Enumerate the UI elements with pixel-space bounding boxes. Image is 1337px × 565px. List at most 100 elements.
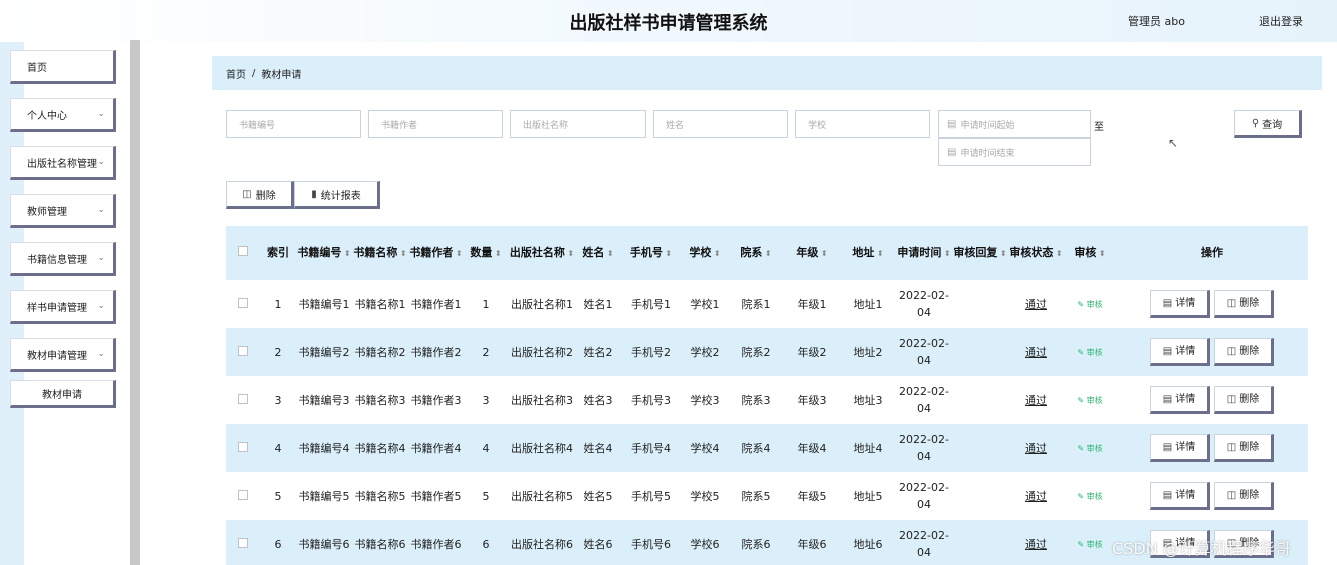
row-select-cell[interactable] xyxy=(226,328,260,376)
sidebar-item-home[interactable]: 首页 xyxy=(10,50,116,84)
sidebar-item-publisher-management[interactable]: 出版社名称管理 ⌄ xyxy=(10,146,116,180)
publisher-input[interactable]: 出版社名称 xyxy=(510,110,646,138)
sort-icon[interactable]: ⬍ xyxy=(492,249,502,258)
row-checkbox[interactable] xyxy=(238,393,248,404)
sort-icon[interactable]: ⬍ xyxy=(874,249,884,258)
header-publisher[interactable]: 出版社名称 ⬍ xyxy=(508,226,576,280)
sidebar-item-sample-request-management[interactable]: 样书申请管理 ⌄ xyxy=(10,290,116,324)
row-checkbox[interactable] xyxy=(238,441,248,452)
cell-reply xyxy=(952,424,1008,472)
date-end-input[interactable]: ▤ 申请时间结束 xyxy=(938,138,1091,166)
detail-button[interactable]: ▤ 详情 xyxy=(1150,434,1210,462)
header-select-all[interactable] xyxy=(226,226,260,280)
header-dept[interactable]: 院系 ⬍ xyxy=(728,226,784,280)
row-select-cell[interactable] xyxy=(226,376,260,424)
audit-link[interactable]: ✎ 审核 xyxy=(1077,444,1102,453)
logout-link[interactable]: 退出登录 xyxy=(1259,13,1303,29)
detail-button[interactable]: ▤ 详情 xyxy=(1150,482,1210,510)
sidebar-item-book-info-management[interactable]: 书籍信息管理 ⌄ xyxy=(10,242,116,276)
delete-button[interactable]: ◫ 删除 xyxy=(1214,338,1274,366)
sort-icon[interactable]: ⬍ xyxy=(1096,249,1106,258)
cell-status: 通过 xyxy=(1008,424,1064,472)
header-name[interactable]: 姓名 ⬍ xyxy=(576,226,620,280)
header-grade[interactable]: 年级 ⬍ xyxy=(784,226,840,280)
cell-book_no-text: 书籍编号6 xyxy=(298,537,350,551)
cell-phone: 手机号2 xyxy=(620,328,682,376)
sort-icon[interactable]: ⬍ xyxy=(453,249,463,258)
row-select-cell[interactable] xyxy=(226,280,260,328)
sort-icon[interactable]: ⬍ xyxy=(397,249,407,258)
header-book-no[interactable]: 书籍编号 ⬍ xyxy=(296,226,352,280)
row-checkbox[interactable] xyxy=(238,537,248,548)
sort-icon[interactable]: ⬍ xyxy=(604,249,614,258)
query-button[interactable]: ⚲ 查询 xyxy=(1234,110,1302,138)
delete-button[interactable]: ◫ 删除 xyxy=(1214,290,1274,318)
sort-icon[interactable]: ⬍ xyxy=(762,249,772,258)
cell-phone: 手机号6 xyxy=(620,520,682,565)
audit-link[interactable]: ✎ 审核 xyxy=(1077,300,1102,309)
breadcrumb-home[interactable]: 首页 xyxy=(226,66,246,81)
cell-name: 姓名2 xyxy=(576,328,620,376)
audit-link[interactable]: ✎ 审核 xyxy=(1077,396,1102,405)
name-input[interactable]: 姓名 xyxy=(653,110,788,138)
header-status[interactable]: 审核状态 ⬍ xyxy=(1008,226,1064,280)
trash-icon: ◫ xyxy=(242,188,252,200)
row-checkbox[interactable] xyxy=(238,489,248,500)
header-book-name[interactable]: 书籍名称 ⬍ xyxy=(352,226,408,280)
audit-link[interactable]: ✎ 审核 xyxy=(1077,348,1102,357)
detail-button[interactable]: ▤ 详情 xyxy=(1150,290,1210,318)
sort-icon[interactable]: ⬍ xyxy=(997,249,1007,258)
delete-button[interactable]: ◫ 删除 xyxy=(1214,482,1274,510)
cell-address-text: 地址4 xyxy=(853,441,883,455)
delete-button[interactable]: ◫ 删除 xyxy=(1214,434,1274,462)
header-reply[interactable]: 审核回复 ⬍ xyxy=(952,226,1008,280)
sort-icon[interactable]: ⬍ xyxy=(341,249,351,258)
sort-icon[interactable]: ⬍ xyxy=(941,249,951,258)
row-checkbox[interactable] xyxy=(238,345,248,356)
header-author[interactable]: 书籍作者 ⬍ xyxy=(408,226,464,280)
cell-date-text: 2022-02-04 xyxy=(899,337,949,367)
batch-delete-button[interactable]: ◫ 删除 xyxy=(226,181,294,209)
cell-author-text: 书籍作者4 xyxy=(410,441,462,455)
cell-qty: 6 xyxy=(464,520,508,565)
audit-link[interactable]: ✎ 审核 xyxy=(1077,540,1102,549)
delete-button[interactable]: ◫ 删除 xyxy=(1214,386,1274,414)
header-school[interactable]: 学校 ⬍ xyxy=(682,226,728,280)
school-input[interactable]: 学校 xyxy=(795,110,930,138)
sidebar-item-personal-center[interactable]: 个人中心 ⌄ xyxy=(10,98,116,132)
date-start-input[interactable]: ▤ 申请时间起始 xyxy=(938,110,1091,138)
header-address[interactable]: 地址 ⬍ xyxy=(840,226,896,280)
cell-book_name: 书籍名称4 xyxy=(352,424,408,472)
sort-icon[interactable]: ⬍ xyxy=(711,249,721,258)
sidebar-item-teacher-management[interactable]: 教师管理 ⌄ xyxy=(10,194,116,228)
cell-school-text: 学校5 xyxy=(690,489,720,503)
row-select-cell[interactable] xyxy=(226,520,260,565)
header-date[interactable]: 申请时间 ⬍ xyxy=(896,226,952,280)
row-checkbox[interactable] xyxy=(238,297,248,308)
sort-icon[interactable]: ⬍ xyxy=(663,249,672,258)
cell-book_no-text: 书籍编号5 xyxy=(298,489,350,503)
name-placeholder: 姓名 xyxy=(666,120,685,131)
detail-button[interactable]: ▤ 详情 xyxy=(1150,386,1210,414)
cell-address-text: 地址5 xyxy=(853,489,883,503)
book-author-input[interactable]: 书籍作者 xyxy=(368,110,503,138)
header-qty[interactable]: 数量 ⬍ xyxy=(464,226,508,280)
header-audit[interactable]: 审核 ⬍ xyxy=(1064,226,1116,280)
audit-link[interactable]: ✎ 审核 xyxy=(1077,492,1102,501)
header-phone[interactable]: 手机号 ⬍ xyxy=(620,226,682,280)
cell-dept-text: 院系1 xyxy=(741,297,771,311)
select-all-checkbox[interactable] xyxy=(238,246,248,256)
sidebar-item-textbook-request-management[interactable]: 教材申请管理 ⌄ xyxy=(10,338,116,372)
book-no-input[interactable]: 书籍编号 xyxy=(226,110,361,138)
row-select-cell[interactable] xyxy=(226,472,260,520)
sort-icon[interactable]: ⬍ xyxy=(818,249,828,258)
table-header-row: 索引 书籍编号 ⬍ 书籍名称 ⬍ 书籍作者 ⬍ 数量 ⬍ 出版社名称 ⬍ 姓名 … xyxy=(226,226,1308,280)
book-no-placeholder: 书籍编号 xyxy=(239,120,276,131)
row-select-cell[interactable] xyxy=(226,424,260,472)
detail-button[interactable]: ▤ 详情 xyxy=(1150,338,1210,366)
sort-icon[interactable]: ⬍ xyxy=(1053,249,1063,258)
statistics-report-button[interactable]: ▮ 统计报表 xyxy=(294,181,380,209)
sidebar-subitem-textbook-request[interactable]: 教材申请 xyxy=(10,380,116,408)
sort-icon[interactable]: ⬍ xyxy=(565,249,574,258)
cell-index: 1 xyxy=(260,280,296,328)
